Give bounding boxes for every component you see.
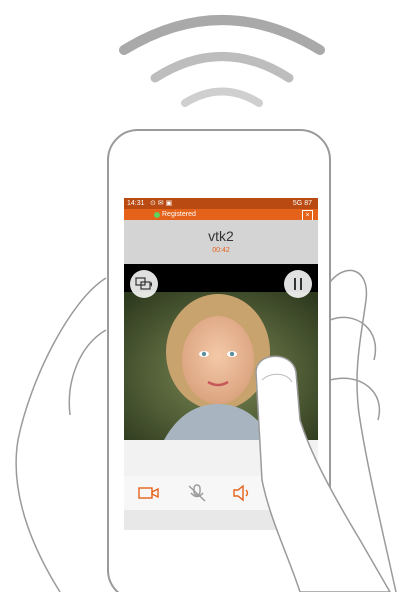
finger-illustration — [255, 355, 391, 592]
